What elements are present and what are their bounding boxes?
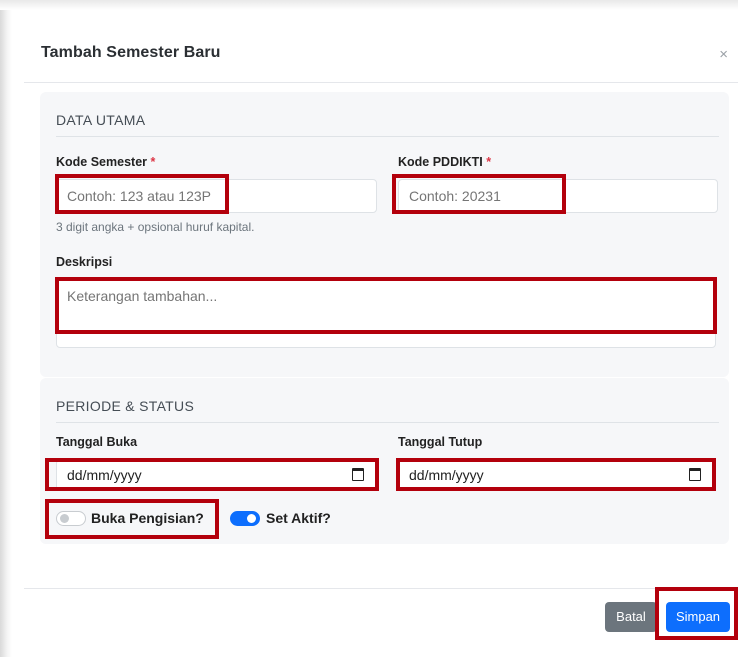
required-mark: * bbox=[150, 155, 156, 169]
modal-header: Tambah Semester Baru × bbox=[24, 14, 738, 83]
tanggal-tutup-input[interactable]: dd/mm/yyyy bbox=[398, 461, 714, 489]
deskripsi-textarea[interactable] bbox=[56, 278, 716, 348]
footer-divider bbox=[24, 588, 738, 589]
kode-semester-hint: 3 digit angka + opsional huruf kapital. bbox=[56, 220, 255, 234]
main-data-section: DATA UTAMA Kode Semester * 3 digit angka… bbox=[40, 92, 729, 377]
tanggal-tutup-value: dd/mm/yyyy bbox=[409, 467, 484, 483]
calendar-icon[interactable] bbox=[689, 468, 701, 481]
period-status-section: PERIODE & STATUS Tanggal Buka dd/mm/yyyy… bbox=[40, 378, 729, 544]
section-title-period: PERIODE & STATUS bbox=[56, 398, 195, 414]
set-aktif-label: Set Aktif? bbox=[266, 510, 331, 526]
tanggal-buka-value: dd/mm/yyyy bbox=[67, 467, 142, 483]
cancel-button[interactable]: Batal bbox=[605, 602, 657, 632]
tanggal-buka-input[interactable]: dd/mm/yyyy bbox=[56, 461, 377, 489]
deskripsi-label: Deskripsi bbox=[56, 255, 113, 269]
modal-title: Tambah Semester Baru bbox=[41, 44, 221, 61]
backdrop-top bbox=[0, 0, 738, 10]
tanggal-buka-label: Tanggal Buka bbox=[56, 435, 138, 449]
backdrop-edge bbox=[0, 0, 12, 657]
tanggal-tutup-label: Tanggal Tutup bbox=[398, 435, 483, 449]
save-button[interactable]: Simpan bbox=[666, 602, 730, 632]
section-title-main: DATA UTAMA bbox=[56, 112, 146, 128]
kode-semester-label-text: Kode Semester bbox=[56, 155, 148, 169]
set-aktif-toggle[interactable] bbox=[230, 511, 260, 526]
kode-semester-label: Kode Semester * bbox=[56, 155, 155, 169]
section-divider bbox=[56, 422, 719, 423]
kode-pddikti-label-text: Kode PDDIKTI bbox=[398, 155, 483, 169]
add-semester-modal: Tambah Semester Baru × DATA UTAMA Kode S… bbox=[24, 14, 738, 657]
kode-pddikti-input[interactable] bbox=[398, 179, 718, 213]
toggle-knob bbox=[60, 514, 69, 523]
kode-pddikti-label: Kode PDDIKTI * bbox=[398, 155, 491, 169]
toggle-knob bbox=[247, 514, 256, 523]
required-mark: * bbox=[486, 155, 492, 169]
section-divider bbox=[56, 136, 719, 137]
kode-semester-input[interactable] bbox=[56, 179, 377, 213]
close-button[interactable]: × bbox=[719, 46, 728, 63]
calendar-icon[interactable] bbox=[352, 468, 364, 481]
buka-pengisian-toggle[interactable] bbox=[56, 511, 86, 526]
buka-pengisian-label: Buka Pengisian? bbox=[91, 510, 204, 526]
